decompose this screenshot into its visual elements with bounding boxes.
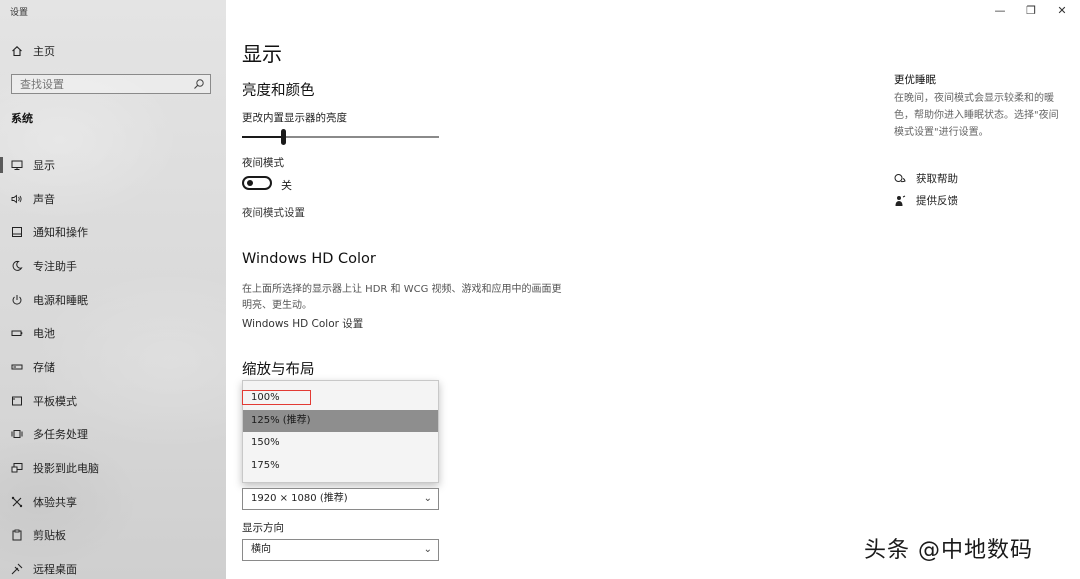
- sidebar-item-label: 声音: [33, 192, 55, 206]
- power-icon: [11, 294, 23, 306]
- monitor-icon: [11, 159, 23, 171]
- sidebar-item-label: 平板模式: [33, 394, 77, 408]
- sidebar-item-label: 存储: [33, 360, 55, 374]
- home-icon: [11, 45, 23, 57]
- night-light-toggle[interactable]: [242, 176, 272, 190]
- project-icon: [11, 462, 23, 474]
- speaker-icon: [11, 193, 23, 205]
- page-title: 显示: [242, 42, 282, 66]
- brightness-slider-label: 更改内置显示器的亮度: [242, 112, 347, 124]
- sidebar-item-focus-assist[interactable]: 专注助手: [0, 249, 226, 283]
- clipboard-icon: [11, 529, 23, 541]
- sidebar-item-sound[interactable]: 声音: [0, 182, 226, 216]
- orientation-select[interactable]: 横向 ⌄: [242, 539, 439, 561]
- sidebar-item-project[interactable]: 投影到此电脑: [0, 451, 226, 485]
- scale-option-label: 100%: [242, 390, 311, 405]
- night-light-label: 夜间模式: [242, 157, 284, 169]
- sidebar-item-label: 体验共享: [33, 495, 77, 509]
- sidebar-item-label: 剪贴板: [33, 529, 66, 543]
- give-feedback-link[interactable]: 提供反馈: [894, 193, 958, 208]
- better-sleep-description: 在晚间，夜间模式会显示较柔和的暖色，帮助你进入睡眠状态。选择"夜间模式设置"进行…: [894, 93, 1059, 138]
- sidebar-item-clipboard[interactable]: 剪贴板: [0, 519, 226, 553]
- sidebar-item-label: 显示: [33, 158, 55, 172]
- sidebar-item-multitasking[interactable]: 多任务处理: [0, 418, 226, 452]
- sidebar-item-label: 远程桌面: [33, 563, 77, 577]
- sidebar-item-label: 投影到此电脑: [33, 462, 99, 476]
- resolution-select[interactable]: 1920 × 1080 (推荐) ⌄: [242, 488, 439, 510]
- search-box[interactable]: [11, 74, 211, 94]
- section-label-system: 系统: [11, 112, 33, 125]
- help-chat-icon: [894, 173, 906, 185]
- sidebar-home-label: 主页: [33, 45, 55, 58]
- resolution-value: 1920 × 1080 (推荐): [251, 493, 348, 504]
- slider-thumb[interactable]: [281, 129, 286, 145]
- sidebar-item-label: 多任务处理: [33, 428, 88, 442]
- share-icon: [11, 496, 23, 508]
- scale-option-150[interactable]: 150%: [243, 432, 438, 454]
- sidebar-item-display[interactable]: 显示: [0, 148, 226, 182]
- sidebar-nav: 显示 声音 通知和操作 专注助手 电源和睡眠 电池 存储 平板模式 多任务处理 …: [0, 148, 226, 579]
- scale-option-175[interactable]: 175%: [243, 455, 438, 477]
- multitask-icon: [11, 428, 23, 440]
- sidebar-item-power-sleep[interactable]: 电源和睡眠: [0, 283, 226, 317]
- remote-desktop-icon: [11, 563, 23, 575]
- storage-icon: [11, 361, 23, 373]
- notification-icon: [11, 226, 23, 238]
- chevron-down-icon: ⌄: [423, 493, 432, 504]
- sidebar-item-label: 电池: [33, 327, 55, 341]
- hd-color-heading: Windows HD Color: [242, 251, 376, 267]
- chevron-down-icon: ⌄: [423, 544, 432, 555]
- close-button[interactable]: ✕: [1052, 4, 1072, 17]
- toggle-knob: [247, 180, 253, 186]
- sidebar-item-battery[interactable]: 电池: [0, 316, 226, 350]
- sidebar-home[interactable]: 主页: [11, 43, 55, 59]
- sidebar-item-notifications[interactable]: 通知和操作: [0, 215, 226, 249]
- give-feedback-label: 提供反馈: [916, 195, 958, 207]
- get-help-link[interactable]: 获取帮助: [894, 171, 958, 186]
- sidebar-item-storage[interactable]: 存储: [0, 350, 226, 384]
- scale-option-125[interactable]: 125% (推荐): [243, 410, 438, 432]
- battery-icon: [11, 327, 23, 339]
- watermark: 头条 @中地数码: [864, 538, 1033, 563]
- orientation-value: 横向: [251, 544, 271, 555]
- app-title: 设置: [10, 8, 29, 18]
- brightness-heading: 亮度和颜色: [242, 83, 315, 99]
- get-help-label: 获取帮助: [916, 173, 958, 185]
- sidebar: 设置 主页 系统 显示 声音 通知和操作 专注助手: [0, 0, 226, 579]
- sidebar-item-label: 通知和操作: [33, 226, 88, 240]
- brightness-slider[interactable]: [242, 129, 439, 147]
- night-light-settings-link[interactable]: 夜间模式设置: [242, 205, 305, 220]
- scale-option-100[interactable]: 100%: [242, 387, 438, 409]
- maximize-button[interactable]: ❐: [1021, 4, 1041, 17]
- orientation-label: 显示方向: [242, 522, 284, 534]
- tablet-icon: [11, 395, 23, 407]
- main-content: 显示 亮度和颜色 更改内置显示器的亮度 夜间模式 关 夜间模式设置 Window…: [242, 0, 862, 579]
- hd-color-description: 在上面所选择的显示器上让 HDR 和 WCG 视频、游戏和应用中的画面更明亮、更…: [242, 284, 562, 311]
- sidebar-item-remote-desktop[interactable]: 远程桌面: [0, 552, 226, 579]
- better-sleep-title: 更优睡眠: [894, 74, 936, 86]
- search-input[interactable]: [20, 77, 190, 91]
- hd-color-settings-link[interactable]: Windows HD Color 设置: [242, 316, 363, 331]
- sidebar-item-label: 电源和睡眠: [33, 293, 88, 307]
- sidebar-item-label: 专注助手: [33, 259, 77, 273]
- sidebar-item-shared-experiences[interactable]: 体验共享: [0, 485, 226, 519]
- scale-layout-heading: 缩放与布局: [242, 362, 315, 378]
- sidebar-item-tablet-mode[interactable]: 平板模式: [0, 384, 226, 418]
- slider-fill: [242, 136, 283, 138]
- moon-icon: [11, 260, 23, 272]
- feedback-icon: [894, 195, 906, 207]
- night-light-state: 关: [281, 179, 292, 192]
- scale-dropdown-list: 100% 125% (推荐) 150% 175%: [242, 380, 439, 483]
- minimize-button[interactable]: —: [990, 4, 1010, 17]
- search-icon[interactable]: [193, 78, 205, 90]
